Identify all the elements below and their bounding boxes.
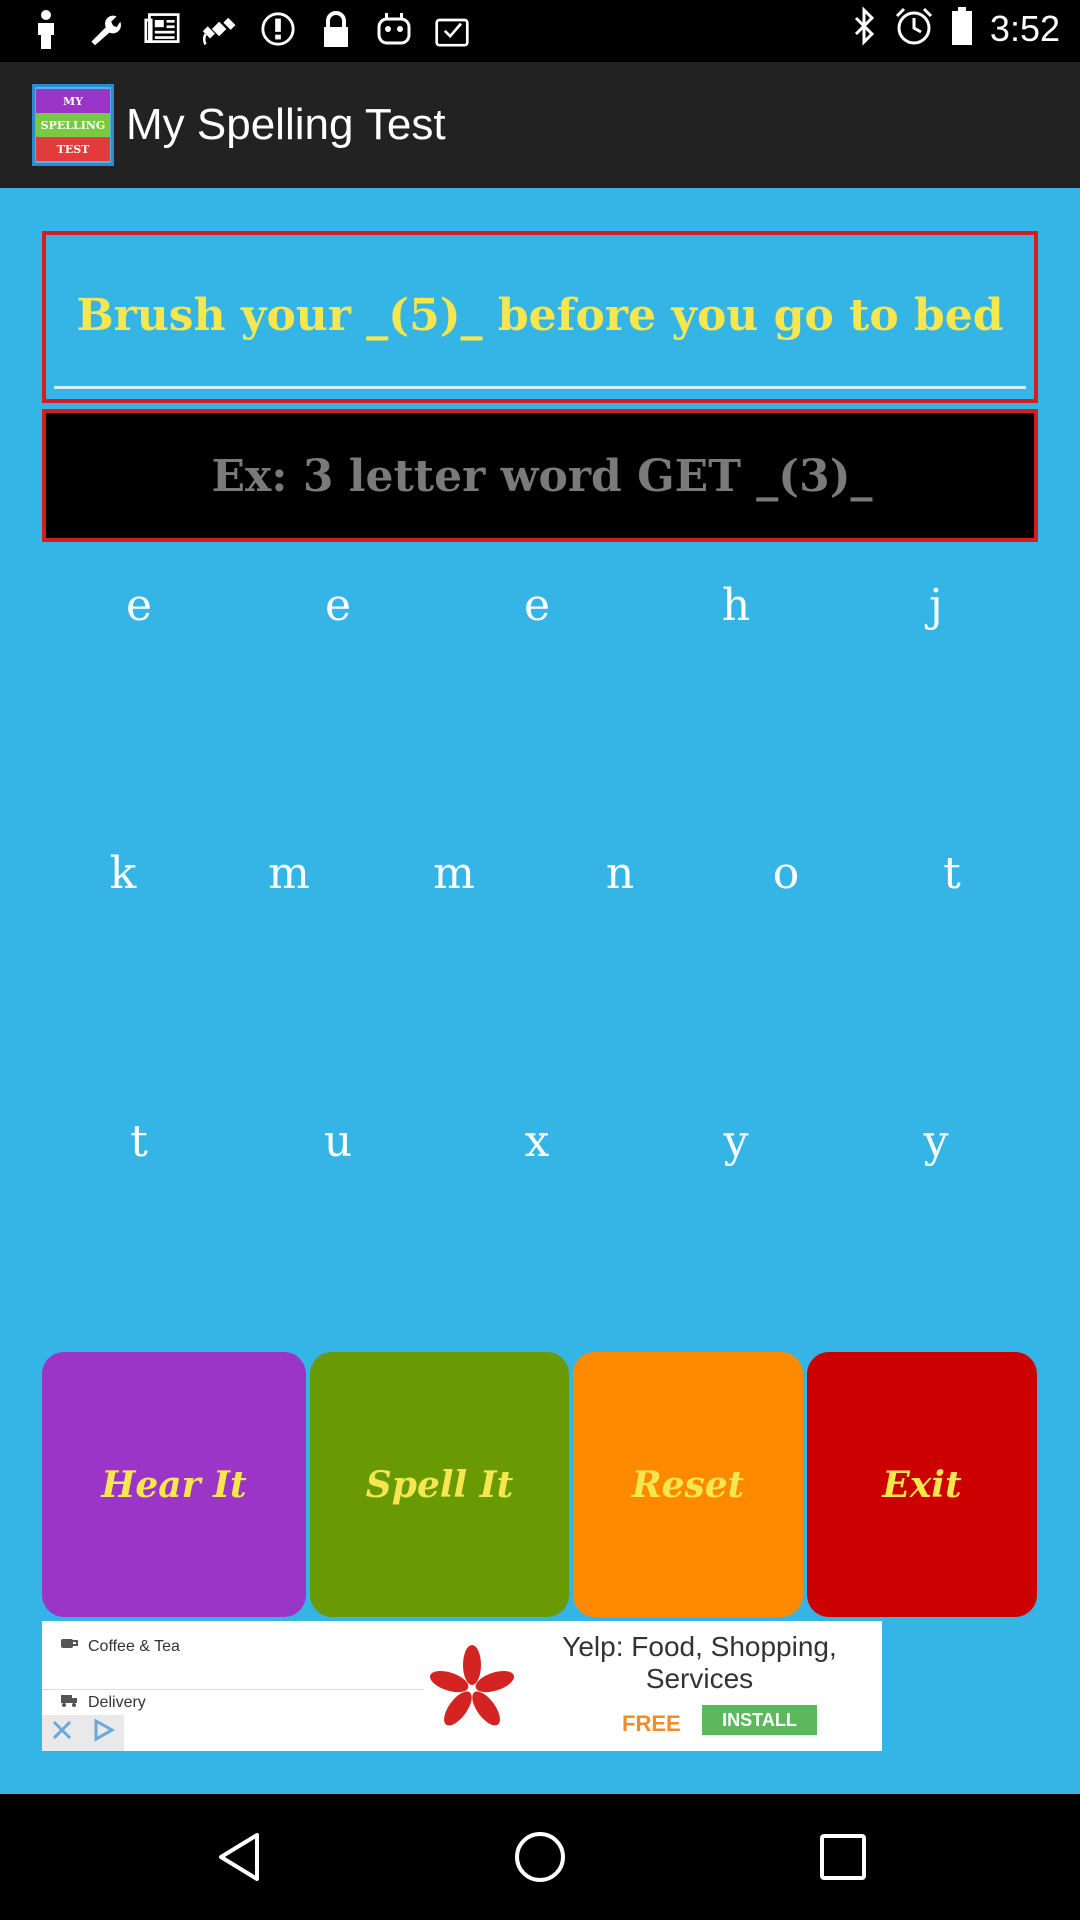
adchoices-icon[interactable] xyxy=(90,1717,116,1750)
letter-tile[interactable]: m xyxy=(433,848,475,899)
answer-box xyxy=(42,409,1038,542)
ad-item-coffee: Coffee & Tea xyxy=(60,1637,180,1656)
logo-line-2: SPELLING xyxy=(36,113,110,137)
ad-item-delivery: Delivery xyxy=(60,1693,146,1712)
letter-tile[interactable]: e xyxy=(325,580,351,631)
letter-tile[interactable]: e xyxy=(524,580,550,631)
exit-label: Exit xyxy=(882,1463,962,1506)
lock-icon xyxy=(318,8,354,50)
letter-tile[interactable]: y xyxy=(724,1116,749,1167)
yelp-logo-icon xyxy=(422,1639,522,1739)
letter-tile[interactable]: t xyxy=(943,848,961,899)
letter-tile[interactable]: m xyxy=(268,848,310,899)
letter-tile[interactable]: o xyxy=(773,848,800,899)
download-icon xyxy=(434,8,470,50)
ad-divider xyxy=(42,1689,442,1690)
ad-banner[interactable]: Coffee & Tea Delivery Yelp: Food, Shoppi xyxy=(42,1621,882,1751)
answer-input[interactable] xyxy=(46,413,1038,540)
exit-button[interactable]: Exit xyxy=(807,1352,1037,1617)
ad-free-label: FREE xyxy=(622,1711,681,1736)
letter-tile[interactable]: x xyxy=(525,1116,550,1167)
sentence-underline xyxy=(54,386,1026,389)
letter-tile[interactable]: n xyxy=(606,848,634,899)
notification-icons xyxy=(28,8,470,50)
close-icon[interactable] xyxy=(50,1718,74,1749)
home-icon[interactable] xyxy=(507,1824,573,1890)
alarm-icon xyxy=(894,6,934,51)
app-logo: MY SPELLING TEST xyxy=(32,84,114,166)
recents-icon[interactable] xyxy=(810,1824,876,1890)
battery-icon xyxy=(950,6,974,51)
app-title: My Spelling Test xyxy=(126,100,446,149)
sentence-text: Brush your _(5)_ before you go to bed xyxy=(76,290,1004,341)
ad-install-button[interactable]: INSTALL xyxy=(702,1705,817,1735)
reset-button[interactable]: Reset xyxy=(573,1352,803,1617)
system-status: 3:52 xyxy=(852,6,1060,51)
ad-item-coffee-label: Coffee & Tea xyxy=(88,1637,180,1655)
person-icon xyxy=(28,8,64,50)
delivery-icon xyxy=(60,1693,78,1712)
circle-icon xyxy=(260,8,296,50)
clock: 3:52 xyxy=(989,7,1060,49)
android-icon xyxy=(376,8,412,50)
back-icon[interactable] xyxy=(206,1824,272,1890)
news-icon xyxy=(144,8,180,50)
spell-it-button[interactable]: Spell It xyxy=(310,1352,569,1617)
satellite-icon xyxy=(202,8,238,50)
reset-label: Reset xyxy=(631,1463,745,1506)
app-bar: MY SPELLING TEST My Spelling Test xyxy=(0,62,1080,188)
hear-it-label: Hear It xyxy=(101,1463,247,1506)
bluetooth-icon xyxy=(852,6,878,51)
wrench-icon xyxy=(86,8,122,50)
letter-tile[interactable]: j xyxy=(929,580,943,631)
ad-title: Yelp: Food, Shopping, Services xyxy=(562,1631,837,1694)
status-bar: 3:52 xyxy=(0,0,1080,62)
letter-tile[interactable]: u xyxy=(324,1116,352,1167)
letter-tile[interactable]: y xyxy=(924,1116,949,1167)
sentence-box: Brush your _(5)_ before you go to bed xyxy=(42,231,1038,403)
letter-tile[interactable]: k xyxy=(110,848,137,899)
ad-item-delivery-label: Delivery xyxy=(88,1693,146,1711)
spell-it-label: Spell It xyxy=(365,1463,514,1506)
letter-tile[interactable]: h xyxy=(722,580,750,631)
coffee-icon xyxy=(60,1637,78,1656)
navigation-bar xyxy=(0,1794,1080,1920)
logo-line-1: MY xyxy=(36,89,110,113)
letter-tile[interactable]: e xyxy=(126,580,152,631)
letter-tile[interactable]: t xyxy=(130,1116,148,1167)
hear-it-button[interactable]: Hear It xyxy=(42,1352,306,1617)
logo-line-3: TEST xyxy=(36,137,110,161)
ad-controls[interactable] xyxy=(42,1715,124,1751)
